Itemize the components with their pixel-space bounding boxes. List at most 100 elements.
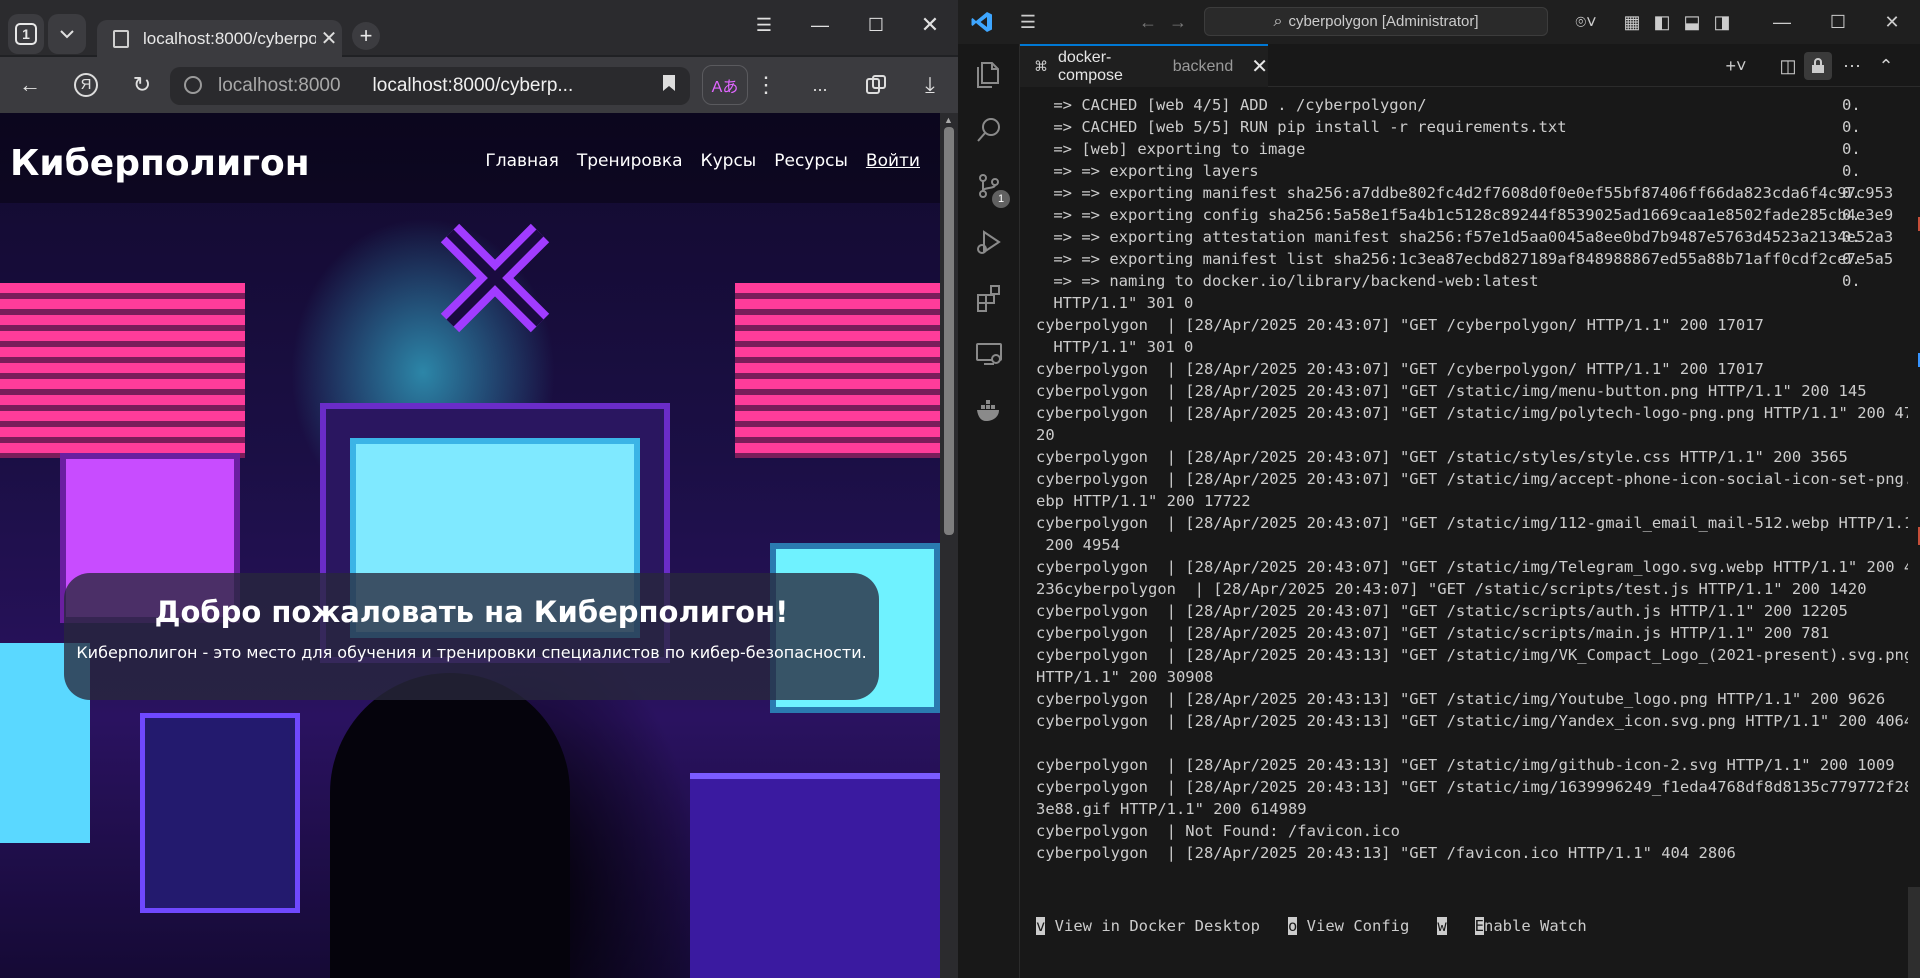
page-icon <box>113 29 129 48</box>
more-button[interactable]: ... <box>800 67 840 103</box>
terminal-more-icon[interactable]: ⋯ <box>1838 52 1866 80</box>
bookmark-icon[interactable] <box>662 72 676 98</box>
copilot-icon[interactable]: ⌾˅ <box>1566 8 1606 36</box>
tab-title: localhost:8000/cyberpo <box>143 28 316 48</box>
terminal-progress-value: 0. <box>1842 228 1861 246</box>
run-debug-icon[interactable] <box>958 218 1020 266</box>
hotkey-w-e[interactable]: E <box>1474 917 1484 935</box>
browser-tab-active[interactable]: localhost:8000/cyberpo ✕ <box>97 20 342 57</box>
toggle-panel-icon[interactable]: ⬓ <box>1678 8 1706 36</box>
search-icon[interactable] <box>958 106 1020 154</box>
page-menu-dots-icon[interactable]: ⋮ <box>746 67 786 103</box>
terminal-line: cyberpolygon | [28/Apr/2025 20:43:13] "G… <box>1036 844 1736 862</box>
reload-icon[interactable]: ↻ <box>122 67 162 103</box>
page-scrollbar[interactable]: ▲ <box>940 113 958 978</box>
scroll-up-icon[interactable]: ▲ <box>944 115 953 125</box>
customize-layout-icon[interactable]: ▦ <box>1618 8 1646 36</box>
terminal-line: => => exporting config sha256:5a58e1f5a4… <box>1044 206 1894 224</box>
terminal-progress-value: 0. <box>1842 250 1861 268</box>
neon-x-sign <box>430 213 560 343</box>
menu-icon[interactable]: ☰ <box>1014 8 1042 36</box>
terminal-line: 20 <box>1036 426 1055 444</box>
split-terminal-icon[interactable]: ◫ <box>1774 52 1802 80</box>
nav-back-icon[interactable]: ← <box>1134 8 1162 36</box>
nav-home[interactable]: Главная <box>485 151 558 171</box>
address-bar[interactable]: localhost:8000 localhost:8000/cyberp... <box>170 67 690 105</box>
nav-courses[interactable]: Курсы <box>701 151 757 171</box>
minimize-icon[interactable]: — <box>800 10 840 40</box>
browser-window: 1 localhost:8000/cyberpo ✕ + ☰ — ☐ ✕ ← Я… <box>0 0 958 978</box>
hotkey-v-label[interactable]: View in Docker Desktop <box>1045 917 1260 935</box>
terminal-line: 3e88.gif HTTP/1.1" 200 614989 <box>1036 800 1307 818</box>
close-window-icon[interactable]: ✕ <box>1878 8 1906 36</box>
browser-tab-strip: 1 localhost:8000/cyberpo ✕ + ☰ — ☐ ✕ <box>0 0 958 57</box>
terminal-progress-value: 0. <box>1842 272 1861 290</box>
hotkey-w[interactable]: w <box>1437 917 1447 935</box>
maximize-panel-icon[interactable]: ⌃ <box>1872 52 1900 80</box>
minimize-icon[interactable]: — <box>1768 8 1796 36</box>
download-icon[interactable]: ⤓ <box>910 67 950 103</box>
toggle-secondary-sidebar-icon[interactable]: ◨ <box>1708 8 1736 36</box>
hotkey-o[interactable]: o <box>1287 917 1298 935</box>
terminal-progress-value: 0. <box>1842 206 1861 224</box>
toggle-sidebar-icon[interactable]: ◧ <box>1648 8 1676 36</box>
command-center[interactable]: ⌕ cyberpolygon [Administrator] <box>1204 7 1548 36</box>
terminal-tab[interactable]: ⌘ docker-compose backend ✕ <box>1020 44 1268 87</box>
terminal-line: cyberpolygon | [28/Apr/2025 20:43:13] "G… <box>1036 756 1895 774</box>
extensions-icon[interactable] <box>958 274 1020 322</box>
close-window-icon[interactable]: ✕ <box>910 10 950 40</box>
nav-training[interactable]: Тренировка <box>577 151 683 171</box>
terminal-line: cyberpolygon | [28/Apr/2025 20:43:07] "G… <box>1036 624 1830 642</box>
hamburger-menu-icon[interactable]: ☰ <box>744 10 784 40</box>
tab-list-chevron-icon[interactable] <box>48 14 86 54</box>
docker-hotkeys: v View in Docker Desktop o View Config w… <box>1036 917 1587 939</box>
terminal-progress-value: 0. <box>1842 184 1861 202</box>
nav-forward-icon[interactable]: → <box>1164 8 1192 36</box>
nav-login[interactable]: Войти <box>866 151 920 171</box>
docker-icon[interactable] <box>958 386 1020 434</box>
tab-close-icon[interactable]: ✕ <box>316 26 342 51</box>
remote-explorer-icon[interactable] <box>958 330 1020 378</box>
terminal-icon: ⌘ <box>1034 58 1048 74</box>
translate-icon[interactable]: Aあ <box>702 65 748 105</box>
collections-icon[interactable] <box>856 67 896 103</box>
terminal-line: cyberpolygon | [28/Apr/2025 20:43:07] "G… <box>1036 448 1848 466</box>
hotkey-w-label[interactable]: nable Watch <box>1484 917 1587 935</box>
terminal-progress-value: 0. <box>1842 118 1861 136</box>
terminal-scroll-thumb[interactable] <box>1908 887 1920 978</box>
page-scroll-thumb[interactable] <box>944 127 954 535</box>
hotkey-v[interactable]: v <box>1036 917 1046 935</box>
activity-bar: 1 <box>958 44 1020 978</box>
terminal-line: cyberpolygon | [28/Apr/2025 20:43:07] "G… <box>1036 382 1867 400</box>
terminal-scrollbar[interactable] <box>1908 87 1920 978</box>
site-header: Киберполигон Главная Тренировка Курсы Ре… <box>0 113 940 203</box>
new-terminal-icon[interactable]: +˅ <box>1716 52 1756 80</box>
terminal-line: cyberpolygon | [28/Apr/2025 20:43:13] "G… <box>1036 712 1908 730</box>
new-tab-button[interactable]: + <box>352 22 380 50</box>
hacker-silhouette <box>330 673 570 978</box>
terminal-output[interactable]: => CACHED [web 4/5] ADD . /cyberpolygon/… <box>1020 87 1908 978</box>
back-arrow-icon[interactable]: ← <box>10 67 50 103</box>
nav-resources[interactable]: Ресурсы <box>774 151 848 171</box>
terminal-line: HTTP/1.1" 301 0 <box>1044 294 1194 312</box>
terminal-close-icon[interactable]: ✕ <box>1251 54 1268 79</box>
hotkey-o-label[interactable]: View Config <box>1297 917 1410 935</box>
tab-counter-button[interactable]: 1 <box>8 14 44 54</box>
terminal-line: => => exporting manifest sha256:a7ddbe80… <box>1044 184 1894 202</box>
lock-icon[interactable] <box>1804 52 1832 80</box>
web-page: Киберполигон Главная Тренировка Курсы Ре… <box>0 113 940 978</box>
source-control-icon[interactable]: 1 <box>958 162 1020 210</box>
terminal-line: 200 4954 <box>1036 536 1120 554</box>
site-logo[interactable]: Киберполигон <box>10 143 310 184</box>
yandex-icon[interactable]: Я <box>66 67 106 103</box>
explorer-icon[interactable] <box>958 50 1020 98</box>
maximize-icon[interactable]: ☐ <box>856 10 896 40</box>
maximize-icon[interactable]: ☐ <box>1824 8 1852 36</box>
terminal-line: => => exporting manifest list sha256:1c3… <box>1044 250 1894 268</box>
site-info-icon[interactable] <box>184 76 202 94</box>
terminal-line: cyberpolygon | [28/Apr/2025 20:43:13] "G… <box>1036 778 1908 796</box>
terminal-line: cyberpolygon | [28/Apr/2025 20:43:07] "G… <box>1036 602 1848 620</box>
address-host: localhost:8000 <box>218 75 341 96</box>
address-url: localhost:8000/cyberp... <box>372 75 574 96</box>
